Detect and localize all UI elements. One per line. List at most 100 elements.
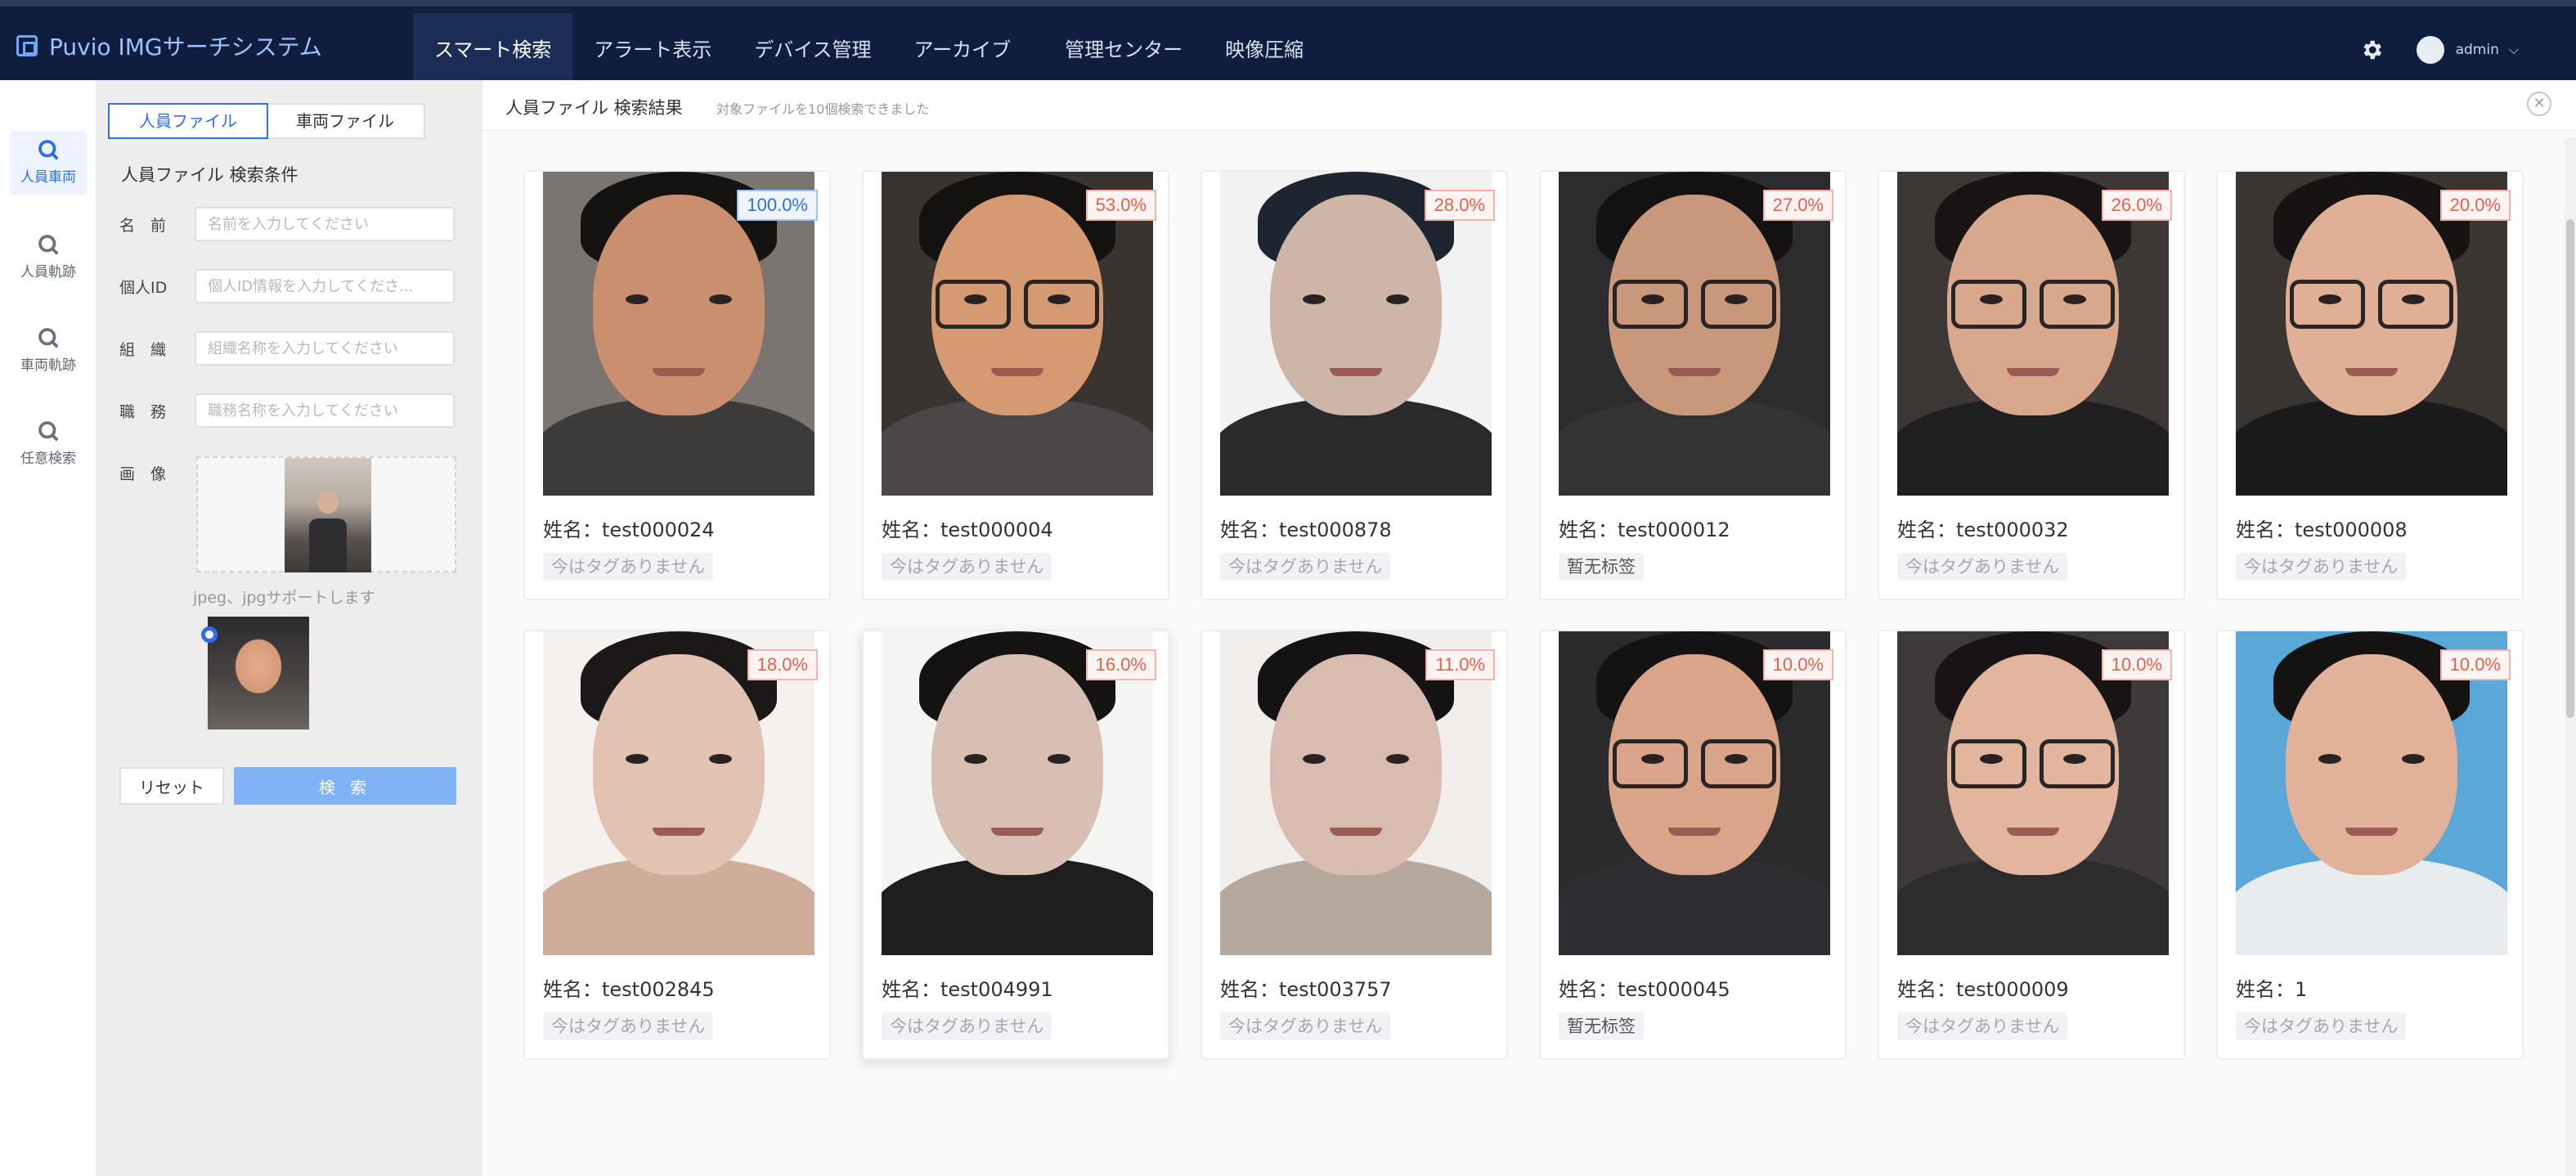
position-input[interactable] [195, 393, 455, 428]
organization-label: 組 織 [119, 340, 167, 359]
position-row: 職 務 [119, 391, 455, 430]
personal-id-input[interactable] [195, 269, 455, 303]
photo-mouth [653, 828, 705, 836]
photo-eyes [1303, 294, 1409, 306]
result-card[interactable]: 10.0% 姓名：1 今はタグありません [2216, 630, 2524, 1060]
photo-mouth [2007, 368, 2059, 376]
results-title: 人員ファイル 検索結果 [505, 98, 683, 118]
results-scrollbar[interactable] [2565, 137, 2576, 1176]
result-card[interactable]: 26.0% 姓名：test000032 今はタグありません [1878, 170, 2185, 600]
result-card[interactable]: 10.0% 姓名：test000045 暂无标签 [1539, 630, 1847, 1060]
person-name: 姓名：test003757 [1220, 978, 1392, 1001]
result-card[interactable]: 18.0% 姓名：test002845 今はタグありません [523, 630, 831, 1060]
results-count: 対象ファイルを10個検索できました [716, 101, 930, 117]
person-name: 姓名：test000878 [1220, 518, 1392, 541]
file-type-tabs: 人員ファイル 車両ファイル [108, 103, 425, 139]
similarity-score: 20.0% [2439, 190, 2511, 221]
nav-management-center[interactable]: 管理センター [1043, 13, 1204, 87]
nav-alerts[interactable]: アラート表示 [572, 13, 733, 87]
rail-label: 人員車両 [20, 169, 76, 186]
rail-item-free-search[interactable]: 任意検索 [10, 412, 87, 476]
user-name[interactable]: admin [2456, 42, 2499, 58]
rail-label: 任意検索 [20, 451, 76, 467]
person-name: 姓名：1 [2236, 978, 2308, 1001]
tag-badge: 暂无标签 [1559, 1012, 1644, 1040]
personal-id-row: 個人ID [119, 267, 455, 306]
close-icon[interactable]: ✕ [2527, 92, 2551, 116]
upload-hint: jpeg、jpgサポートします [193, 589, 375, 607]
position-label: 職 務 [119, 402, 167, 421]
rail-item-vehicle-track[interactable]: 車両軌跡 [10, 319, 87, 383]
selected-face-thumbnail[interactable] [208, 617, 309, 729]
uploaded-scene-image [285, 458, 371, 572]
app-title: Puvio IMGサーチシステム [49, 34, 322, 61]
result-card[interactable]: 11.0% 姓名：test003757 今はタグありません [1200, 630, 1508, 1060]
result-card[interactable]: 27.0% 姓名：test000012 暂无标签 [1539, 170, 1847, 600]
similarity-score: 28.0% [1424, 190, 1495, 221]
rail-item-person-vehicle[interactable]: 人員車両 [10, 131, 87, 195]
tab-person-file[interactable]: 人員ファイル [108, 103, 268, 139]
name-input[interactable] [195, 207, 455, 241]
image-label: 画 像 [119, 465, 167, 483]
photo-mouth [2345, 368, 2398, 376]
photo-eyes [1303, 754, 1409, 765]
photo-mouth [2345, 828, 2398, 836]
similarity-score: 100.0% [737, 190, 818, 221]
result-card[interactable]: 28.0% 姓名：test000878 今はタグありません [1200, 170, 1508, 600]
reset-button[interactable]: リセット [119, 767, 224, 805]
person-name: 姓名：test004991 [882, 978, 1053, 1001]
filter-panel: 人員ファイル 車両ファイル 人員ファイル 検索条件 名 前 個人ID 組 織 職… [96, 80, 482, 1176]
similarity-score: 10.0% [2439, 649, 2511, 680]
main-nav: スマート検索 アラート表示 デバイス管理 アーカイブ 管理センター 映像圧縮 [413, 13, 1325, 87]
photo-mouth [1330, 368, 1382, 376]
search-icon [38, 328, 59, 348]
tag-badge: 今はタグありません [543, 553, 714, 581]
similarity-score: 10.0% [2101, 649, 2172, 680]
person-name: 姓名：test002845 [543, 978, 715, 1001]
left-rail: 人員車両 人員軌跡 車両軌跡 任意検索 [0, 80, 96, 1176]
result-card[interactable]: 16.0% 姓名：test004991 今はタグありません [862, 630, 1169, 1060]
results-area: 人員ファイル 検索結果 対象ファイルを10個検索できました ✕ 100.0% 姓… [482, 80, 2576, 1176]
nav-video-compression[interactable]: 映像圧縮 [1204, 13, 1325, 87]
result-card[interactable]: 53.0% 姓名：test000004 今はタグありません [862, 170, 1169, 600]
tag-badge: 今はタグありません [882, 1012, 1052, 1040]
glasses-icon [936, 280, 1099, 329]
image-row: 画 像 [119, 453, 195, 492]
face-select-radio[interactable] [201, 626, 218, 643]
result-card[interactable]: 100.0% 姓名：test000024 今はタグありません [523, 170, 831, 600]
rail-label: 人員軌跡 [20, 264, 76, 281]
rail-item-person-track[interactable]: 人員軌跡 [10, 226, 87, 290]
search-button[interactable]: 検 索 [234, 767, 456, 805]
glasses-icon [1951, 280, 2115, 329]
window-stack-icon [16, 35, 38, 56]
chevron-down-icon[interactable]: ⌵ [2509, 42, 2519, 58]
nav-archive[interactable]: アーカイブ [893, 13, 1033, 87]
nav-smart-search[interactable]: スマート検索 [413, 13, 573, 87]
tag-badge: 今はタグありません [1220, 1012, 1391, 1040]
image-upload-area[interactable] [196, 456, 456, 572]
search-icon [38, 140, 59, 160]
person-name: 姓名：test000012 [1559, 518, 1730, 541]
result-card[interactable]: 10.0% 姓名：test000009 今はタグありません [1878, 630, 2185, 1060]
organization-input[interactable] [195, 331, 455, 366]
tag-badge: 今はタグありません [2236, 1012, 2407, 1040]
person-name: 姓名：test000024 [543, 518, 715, 541]
user-avatar[interactable] [2416, 36, 2444, 64]
similarity-score: 11.0% [1425, 649, 1495, 680]
photo-mouth [1668, 368, 1721, 376]
top-navigation-bar: Puvio IMGサーチシステム スマート検索 アラート表示 デバイス管理 アー… [0, 0, 2576, 87]
result-card[interactable]: 20.0% 姓名：test000008 今はタグありません [2216, 170, 2524, 600]
tag-badge: 今はタグありません [2236, 553, 2407, 581]
similarity-score: 10.0% [1762, 649, 1833, 680]
search-icon [38, 235, 59, 255]
tag-badge: 今はタグありません [882, 553, 1052, 581]
glasses-icon [1613, 739, 1776, 788]
top-right-tools: admin ⌵ [2359, 13, 2576, 87]
scrollbar-thumb[interactable] [2566, 219, 2574, 718]
brand[interactable]: Puvio IMGサーチシステム [16, 26, 322, 65]
gear-icon[interactable] [2359, 38, 2384, 62]
tab-vehicle-file[interactable]: 車両ファイル [267, 105, 424, 137]
tag-badge: 暂无标签 [1559, 553, 1644, 581]
nav-device-management[interactable]: デバイス管理 [733, 13, 892, 87]
personal-id-label: 個人ID [119, 278, 168, 297]
